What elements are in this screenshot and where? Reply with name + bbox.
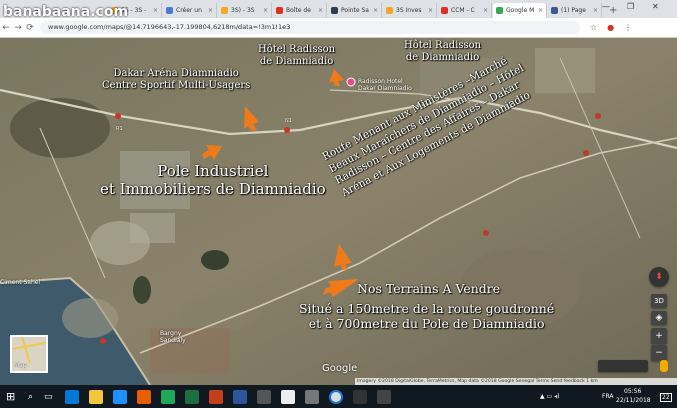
store-icon[interactable] <box>113 389 127 404</box>
tab-close-icon[interactable]: × <box>425 7 433 14</box>
app-icon-dark-2[interactable] <box>377 389 391 404</box>
app-icon-green[interactable] <box>161 389 175 404</box>
tab-close-icon[interactable]: × <box>535 7 543 14</box>
map-footer: Imagery ©2018 DigitalGlobe, TerraMetrics… <box>355 378 677 385</box>
address-bar: ← → ⟳ www.google.com/maps/@14.7196643,-1… <box>0 18 677 38</box>
tab-label: 3S Inves <box>396 7 422 14</box>
tab-label: 3S) - 3S <box>231 7 255 14</box>
map-type-label: Map <box>14 362 27 369</box>
edge-icon[interactable] <box>65 389 79 404</box>
browser-tab[interactable]: Créer un × <box>163 3 217 18</box>
clock-time[interactable]: 05:56 <box>624 388 641 395</box>
search-icon[interactable]: ⌕ <box>28 392 44 402</box>
terrains-label: Nos Terrains A Vendre <box>357 281 501 296</box>
tab-favicon-icon <box>551 7 558 14</box>
app-icon-grey[interactable] <box>257 389 271 404</box>
clock-date[interactable]: 22/11/2018 <box>616 397 651 404</box>
powerpoint-icon[interactable] <box>209 389 223 404</box>
tab-label: Boîte de <box>286 7 311 14</box>
notification-badge[interactable]: 22 <box>660 393 672 402</box>
compass-icon[interactable]: ⬍ <box>649 267 669 287</box>
3d-button[interactable]: 3D <box>651 294 667 308</box>
tab-favicon-icon <box>496 7 503 14</box>
situe-label: Situé a 150metre de la route goudronné e… <box>299 301 555 331</box>
browser-tab[interactable]: (1) Page × <box>548 3 602 18</box>
tab-label: CCM - C <box>451 7 475 14</box>
excel-icon[interactable] <box>185 389 199 404</box>
tab-label: Google M <box>506 7 535 14</box>
tab-label: Créer un <box>176 7 202 14</box>
tab-label: (1) Page <box>561 7 586 14</box>
zoom-out-button[interactable]: − <box>651 345 667 361</box>
close-window-icon[interactable]: ✕ <box>652 2 659 11</box>
tab-favicon-icon <box>276 7 283 14</box>
pole-industriel-label: Pole Industriel et Immobiliers de Diamni… <box>100 162 326 198</box>
map-poi-cement: Ciment Sahel <box>0 279 41 286</box>
reload-icon[interactable]: ⟳ <box>24 23 36 33</box>
watermark-text: banabaana.com <box>3 4 129 20</box>
tab-close-icon[interactable]: × <box>370 7 378 14</box>
zoom-in-button[interactable]: + <box>651 328 667 344</box>
word-icon[interactable] <box>233 389 247 404</box>
extension-icon[interactable]: ● <box>607 23 614 32</box>
map-thumb-icon <box>12 337 46 363</box>
tab-label: Pointe Sa <box>341 7 369 14</box>
language-indicator[interactable]: FRA <box>602 393 613 400</box>
imagery-strip[interactable] <box>598 360 648 372</box>
satellite-map[interactable]: Hôtel Radisson de Diamniadio Hôtel Radis… <box>0 38 677 385</box>
tab-close-icon[interactable]: × <box>480 7 488 14</box>
tab-favicon-icon <box>441 7 448 14</box>
minimize-icon[interactable]: — <box>602 2 610 11</box>
map-poi-radisson[interactable]: Radisson Hotel Dakar Diamniadio <box>358 78 412 92</box>
camera-icon[interactable] <box>305 389 319 404</box>
map-place-bargny: Bargny Sandialy <box>160 330 186 344</box>
tab-close-icon[interactable]: × <box>205 7 213 14</box>
windows-taskbar: ⊞ ⌕ ▭ ▲ ▭ ◂) FRA 05:56 22/11/2018 22 <box>0 385 677 408</box>
tab-favicon-icon <box>166 7 173 14</box>
tab-close-icon[interactable]: × <box>260 7 268 14</box>
firefox-icon[interactable] <box>137 389 151 404</box>
tab-close-icon[interactable]: × <box>315 7 323 14</box>
browser-tab[interactable]: 3S) - 3S × <box>218 3 272 18</box>
bookmark-star-icon[interactable]: ☆ <box>590 23 597 32</box>
browser-tab[interactable]: Pointe Sa × <box>328 3 382 18</box>
chrome-icon[interactable] <box>329 389 343 404</box>
watermark: banabaana.com <box>3 4 128 20</box>
tab-close-icon[interactable]: × <box>590 7 598 14</box>
back-icon[interactable]: ← <box>0 23 12 33</box>
url-field[interactable]: www.google.com/maps/@14.7196643,-17.1998… <box>40 21 580 34</box>
tray-icons[interactable]: ▲ ▭ ◂) <box>540 393 559 400</box>
tab-favicon-icon <box>221 7 228 14</box>
app-icon-dark[interactable] <box>353 389 367 404</box>
forward-icon[interactable]: → <box>12 23 24 33</box>
tab-favicon-icon <box>331 7 338 14</box>
browser-tab[interactable]: CCM - C × <box>438 3 492 18</box>
tab-favicon-icon <box>386 7 393 14</box>
pegman-icon[interactable] <box>660 360 668 372</box>
radisson-label-left: Hôtel Radisson de Diamniadio <box>258 44 336 67</box>
maximize-icon[interactable]: ❐ <box>627 2 634 11</box>
map-attribution[interactable]: Imagery ©2018 DigitalGlobe, TerraMetrics… <box>357 379 598 384</box>
road-label-r1: N1 <box>285 118 292 124</box>
windows-start-icon[interactable]: ⊞ <box>6 390 24 403</box>
media-icon[interactable] <box>281 389 295 404</box>
dakar-arena-label: Dakar Aréna Diamniadio Centre Sportif Mu… <box>102 68 251 91</box>
browser-tab[interactable]: Boîte de × <box>273 3 327 18</box>
google-logo: Google <box>322 363 358 374</box>
browser-tab[interactable]: Google M × <box>493 3 547 18</box>
menu-icon[interactable]: ⋮ <box>624 23 632 32</box>
file-explorer-icon[interactable] <box>89 389 103 404</box>
task-view-icon[interactable]: ▭ <box>44 392 60 402</box>
radisson-label-right: Hôtel Radisson de Diamniadio <box>404 40 482 63</box>
tab-close-icon[interactable]: × <box>150 7 158 14</box>
rotate-icon[interactable]: ◈ <box>651 311 667 325</box>
road-label-n1: R1 <box>116 126 123 132</box>
browser-tab[interactable]: 3S Inves × <box>383 3 437 18</box>
map-type-toggle[interactable]: Map <box>10 335 48 373</box>
